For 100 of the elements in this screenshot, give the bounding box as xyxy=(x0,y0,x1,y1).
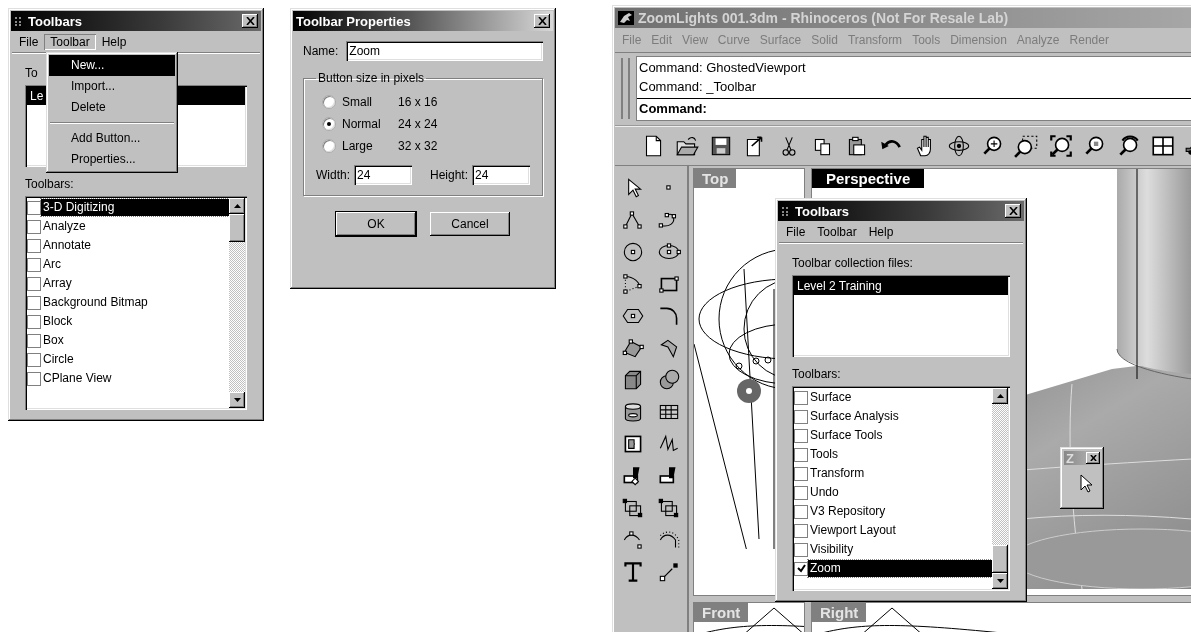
menu-item[interactable]: Help xyxy=(95,34,133,50)
close-button[interactable] xyxy=(242,14,258,28)
radio-button[interactable] xyxy=(322,117,336,131)
list-item[interactable]: 3-D Digitizing xyxy=(41,199,229,216)
list-label: To xyxy=(25,66,39,80)
checkbox[interactable] xyxy=(794,409,808,424)
menu-item[interactable]: Delete xyxy=(49,97,175,118)
radio-button[interactable] xyxy=(322,95,336,109)
height-field[interactable]: 24 xyxy=(472,165,531,185)
list-item[interactable]: CPlane View xyxy=(41,370,114,387)
menu-item[interactable]: Toolbar xyxy=(811,224,863,240)
menu-item[interactable]: File xyxy=(13,34,45,50)
list-item[interactable]: Zoom xyxy=(808,560,992,577)
checkbox[interactable] xyxy=(794,485,808,500)
close-button[interactable] xyxy=(1086,452,1100,464)
orbit-icon[interactable] xyxy=(946,133,972,159)
checkbox[interactable] xyxy=(27,219,41,234)
checkbox[interactable] xyxy=(794,523,808,538)
list-item[interactable]: Transform xyxy=(808,465,867,482)
scroll-up-icon xyxy=(996,394,1004,398)
list-item[interactable]: Level 2 Training xyxy=(794,277,1008,295)
list-item[interactable]: Surface Analysis xyxy=(808,408,901,425)
radio-label: Normal xyxy=(342,117,382,131)
close-button[interactable] xyxy=(534,14,550,28)
checkbox[interactable] xyxy=(794,504,808,519)
window-title: Toolbar Properties xyxy=(296,13,412,29)
app-icon xyxy=(618,11,634,25)
close-icon xyxy=(1008,207,1018,215)
checkbox[interactable] xyxy=(27,200,41,215)
field-label: Name: xyxy=(303,44,339,58)
field-label: Width: xyxy=(316,168,350,182)
list-item[interactable]: Visibility xyxy=(808,541,856,558)
checkbox[interactable] xyxy=(27,371,41,386)
field-label: Height: xyxy=(430,168,469,182)
radio-button[interactable] xyxy=(322,139,336,153)
checkbox[interactable] xyxy=(794,561,808,576)
checkbox[interactable] xyxy=(794,447,808,462)
menu-item[interactable]: Properties... xyxy=(49,149,175,170)
close-button[interactable] xyxy=(1005,204,1021,218)
command-prompt[interactable]: Command: xyxy=(637,99,1191,120)
radio-label: Small xyxy=(342,95,373,109)
list-item[interactable]: Background Bitmap xyxy=(41,294,150,311)
toolbar-title: Z xyxy=(1066,450,1074,466)
scroll-down-button[interactable] xyxy=(992,573,1008,589)
scroll-up-button[interactable] xyxy=(992,388,1008,404)
list-item[interactable]: Tools xyxy=(808,446,840,463)
checkbox[interactable] xyxy=(27,314,41,329)
checkbox[interactable] xyxy=(794,542,808,557)
grip-handle[interactable] xyxy=(621,58,630,119)
size-text: 16 x 16 xyxy=(398,95,438,109)
name-field[interactable]: Zoom xyxy=(346,41,543,61)
viewport-label[interactable]: Perspective xyxy=(812,169,925,188)
size-text: 24 x 24 xyxy=(398,117,438,131)
checkbox[interactable] xyxy=(27,352,41,367)
list-item[interactable]: Circle xyxy=(41,351,76,368)
list-item[interactable]: Annotate xyxy=(41,237,94,254)
close-icon xyxy=(1089,455,1097,461)
width-field[interactable]: 24 xyxy=(354,165,412,185)
list-item[interactable]: Box xyxy=(41,332,66,349)
checkbox[interactable] xyxy=(794,428,808,443)
scrollbar-thumb[interactable] xyxy=(229,214,245,242)
checkbox[interactable] xyxy=(794,466,808,481)
checkbox[interactable] xyxy=(27,257,41,272)
menu-item[interactable]: Toolbar xyxy=(44,34,96,50)
checkbox[interactable] xyxy=(27,238,41,253)
scroll-down-icon xyxy=(996,579,1004,583)
scroll-up-button[interactable] xyxy=(229,198,245,214)
ok-button[interactable]: OK xyxy=(336,212,416,236)
checkbox[interactable] xyxy=(794,390,808,405)
checkbox[interactable] xyxy=(27,295,41,310)
scroll-up-icon xyxy=(233,204,241,208)
close-icon xyxy=(537,17,547,25)
list-item[interactable]: Undo xyxy=(808,484,841,501)
scroll-down-icon xyxy=(233,398,241,402)
menu-item[interactable]: Import... xyxy=(49,76,175,97)
cancel-button[interactable]: Cancel xyxy=(430,212,510,236)
zoom-extents-icon[interactable] xyxy=(1048,133,1074,159)
list-item[interactable]: Surface Tools xyxy=(808,427,885,444)
checkbox[interactable] xyxy=(27,333,41,348)
list-item[interactable]: Surface xyxy=(808,389,854,406)
list-item[interactable]: Array xyxy=(41,275,74,292)
zoom-window-icon[interactable] xyxy=(1014,133,1040,159)
menu-item[interactable]: Help xyxy=(862,224,900,240)
close-icon xyxy=(245,17,255,25)
list-item[interactable]: Block xyxy=(41,313,75,330)
list-item[interactable]: V3 Repository xyxy=(808,503,888,520)
command-history-line: Command: GhostedViewport xyxy=(639,59,807,77)
list-item[interactable]: Analyze xyxy=(41,218,88,235)
radio-label: Large xyxy=(342,139,374,153)
list-item[interactable]: Arc xyxy=(41,256,63,273)
checkbox[interactable] xyxy=(27,276,41,291)
menu-item[interactable]: New... xyxy=(49,55,175,76)
menu-item[interactable]: Add Button... xyxy=(49,128,175,149)
size-text: 32 x 32 xyxy=(398,139,438,153)
window-title: ZoomLights 001.3dm - Rhinoceros (Not For Resale Lab) xyxy=(638,10,1010,26)
window-title: Toolbars xyxy=(28,13,83,29)
list-item[interactable]: Viewport Layout xyxy=(808,522,898,539)
group-title: Button size in pixels xyxy=(317,71,426,85)
scrollbar-thumb[interactable] xyxy=(992,545,1008,573)
scroll-down-button[interactable] xyxy=(229,392,245,408)
